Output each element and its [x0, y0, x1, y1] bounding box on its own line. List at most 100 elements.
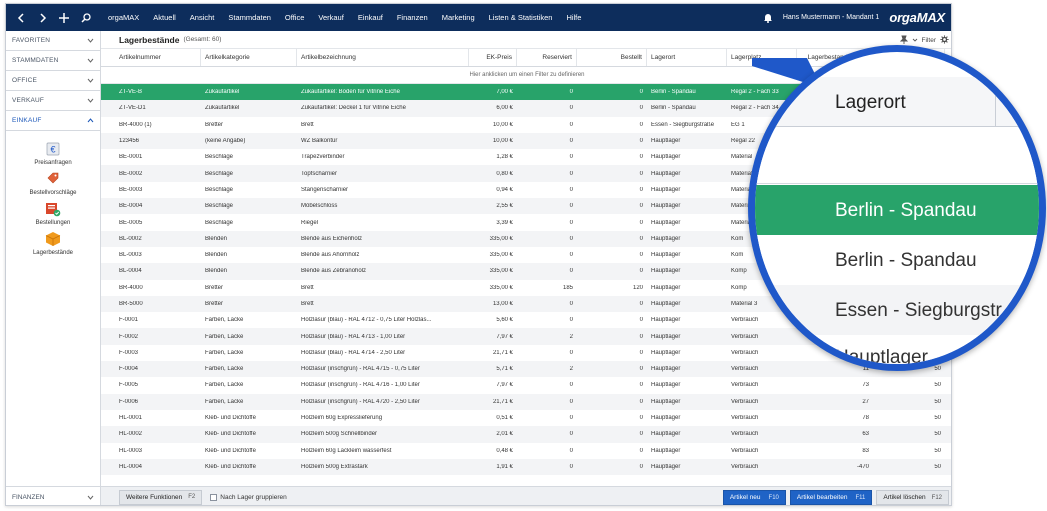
table-cell: 0	[639, 447, 643, 454]
magnifier-header-divider	[995, 77, 996, 127]
table-cell: 335,00 €	[489, 252, 513, 259]
table-cell: BE-0005	[119, 219, 143, 226]
table-cell: 0	[639, 431, 643, 438]
main-menu: orgaMAX Aktuell Ansicht Stammdaten Office Ver…	[101, 4, 588, 31]
table-cell: 0	[639, 154, 643, 161]
table-row[interactable]: F-0006 Farben, Lacke Holzlasur (irischgrün…	[101, 393, 951, 410]
back-icon[interactable]	[13, 10, 29, 26]
table-cell: BR-4000	[119, 284, 143, 291]
table-cell: Verbrauch	[731, 398, 759, 405]
sidebar-item[interactable]: Bestellungen	[6, 201, 100, 226]
edit-article-button[interactable]: Artikel bearbeiten F11	[789, 490, 873, 505]
menu-item[interactable]: Verkauf	[311, 13, 350, 22]
menu-item[interactable]: Ansicht	[183, 13, 222, 22]
menu-item[interactable]: Stammdaten	[221, 13, 278, 22]
column-header[interactable]: Bestellt	[577, 49, 647, 66]
table-cell: Hauptlager	[651, 154, 681, 161]
table-cell: Farben, Lacke	[205, 382, 244, 389]
table-cell: 0	[569, 463, 573, 470]
menu-item[interactable]: Listen & Statistiken	[482, 13, 560, 22]
table-cell: BL-0003	[119, 252, 142, 259]
order-icon	[45, 201, 61, 217]
menu-item[interactable]: Aktuell	[146, 13, 183, 22]
table-cell: Farben, Lacke	[205, 349, 244, 356]
chevron-down-icon[interactable]	[912, 37, 918, 44]
sidebar-section-finanzen[interactable]: FINANZEN	[6, 486, 100, 505]
sidebar-item[interactable]: € Preisanfragen	[6, 141, 100, 166]
table-row[interactable]: HL-0004 Kleb- und Dichtoffe Holzleim 500g …	[101, 458, 951, 476]
table-cell: 0	[569, 89, 573, 96]
menu-item[interactable]: Office	[278, 13, 311, 22]
pin-icon[interactable]	[899, 35, 908, 46]
sidebar: FAVORITEN STAMMDATEN OFFICE VERKAUF EINKAUF …	[6, 31, 101, 505]
forward-icon[interactable]	[35, 10, 51, 26]
sidebar-section[interactable]: FAVORITEN	[6, 31, 100, 51]
svg-text:€: €	[50, 145, 55, 155]
menu-item[interactable]: orgaMAX	[101, 13, 146, 22]
sidebar-section[interactable]: STAMMDATEN	[6, 51, 100, 71]
sidebar-section[interactable]: OFFICE	[6, 71, 100, 91]
chevron-down-icon	[86, 57, 94, 65]
gear-icon[interactable]	[940, 34, 949, 46]
menu-item[interactable]: Finanzen	[390, 13, 435, 22]
sidebar-section[interactable]: VERKAUF	[6, 91, 100, 111]
table-cell: Farben, Lacke	[205, 366, 244, 373]
magnifier-row: Berlin - Spandau	[755, 235, 1039, 285]
column-header[interactable]: Lagerort	[647, 49, 727, 66]
bell-icon[interactable]	[761, 11, 775, 25]
sidebar-section[interactable]: EINKAUF	[6, 111, 100, 131]
plus-icon[interactable]	[56, 10, 72, 26]
table-cell: Holzleim 60g Expresslieferung	[301, 415, 383, 422]
new-article-button[interactable]: Artikel neu F10	[722, 490, 786, 505]
table-cell: 50	[934, 431, 941, 438]
user-label[interactable]: Hans Mustermann - Mandant 1	[783, 14, 880, 21]
table-cell: 0	[639, 317, 643, 324]
table-cell: 1,91 €	[496, 463, 513, 470]
group-by-warehouse-checkbox[interactable]: Nach Lager gruppieren	[210, 493, 287, 501]
column-header[interactable]: Artikelnummer	[101, 49, 201, 66]
table-cell: 0	[569, 349, 573, 356]
search-icon[interactable]	[78, 10, 94, 26]
table-row[interactable]: F-0005 Farben, Lacke Holzlasur (irischgrün…	[101, 377, 951, 393]
magnifier-row-text: Berlin - Spandau	[835, 200, 977, 221]
table-row[interactable]: HL-0002 Kleb- und Dichtoffe Holzleim 500g …	[101, 426, 951, 443]
column-header[interactable]: Reserviert	[517, 49, 577, 66]
table-cell: 0,80 €	[496, 170, 513, 177]
column-header[interactable]: Artikelkategorie	[201, 49, 297, 66]
table-row[interactable]: HL-0001 Kleb- und Dichtoffe Holzleim 60g E…	[101, 410, 951, 426]
table-cell: 6,00 €	[496, 105, 513, 112]
delete-article-button[interactable]: Artikel löschen F12	[876, 490, 949, 505]
sidebar-section-label: VERKAUF	[12, 97, 45, 104]
title-row: Lagerbestände (Gesamt: 60) Filter	[101, 31, 951, 49]
new-article-key: F10	[768, 494, 779, 501]
table-cell: 0	[639, 349, 643, 356]
column-header[interactable]: EK-Preis	[469, 49, 517, 66]
menu-item[interactable]: Marketing	[435, 13, 482, 22]
top-right-area: Hans Mustermann - Mandant 1 orgaMAX	[761, 4, 951, 31]
column-header[interactable]: Artikelbezeichnung	[297, 49, 469, 66]
table-cell: Farben, Lacke	[205, 398, 244, 405]
table-cell: Beschläge	[205, 219, 234, 226]
table-cell: Hauptlager	[651, 415, 681, 422]
sidebar-item[interactable]: Lagerbestände	[6, 231, 100, 256]
table-row[interactable]: HL-0003 Kleb- und Dichtoffe Holzleim 60g L…	[101, 443, 951, 459]
table-cell: Beschläge	[205, 154, 234, 161]
sidebar-item[interactable]: Bestellvorschläge	[6, 171, 100, 196]
menu-item[interactable]: Einkauf	[351, 13, 390, 22]
table-cell: Zukaufartikel	[205, 105, 240, 112]
table-cell: Hauptlager	[651, 138, 681, 145]
filter-label[interactable]: Filter	[922, 37, 936, 44]
menu-item[interactable]: Hilfe	[559, 13, 588, 22]
more-functions-button[interactable]: Weitere Funktionen F2	[119, 489, 203, 505]
table-cell: 2	[569, 366, 573, 373]
sidebar-sections: FAVORITEN STAMMDATEN OFFICE VERKAUF EINKAUF	[6, 31, 100, 131]
table-cell: Brett	[301, 284, 314, 291]
table-cell: 13,00 €	[492, 301, 513, 307]
table-cell: -470	[856, 463, 869, 470]
sidebar-items: € Preisanfragen Bestellvorschläge Bestellun…	[6, 131, 100, 256]
table-cell: Kleb- und Dichtoffe	[205, 463, 256, 470]
table-cell: BR-5000	[119, 301, 143, 307]
table-cell: Möbelschloss	[301, 203, 338, 210]
sidebar-section-label: FINANZEN	[12, 493, 45, 501]
table-cell: Blende aus Zebranoholz	[301, 268, 367, 275]
